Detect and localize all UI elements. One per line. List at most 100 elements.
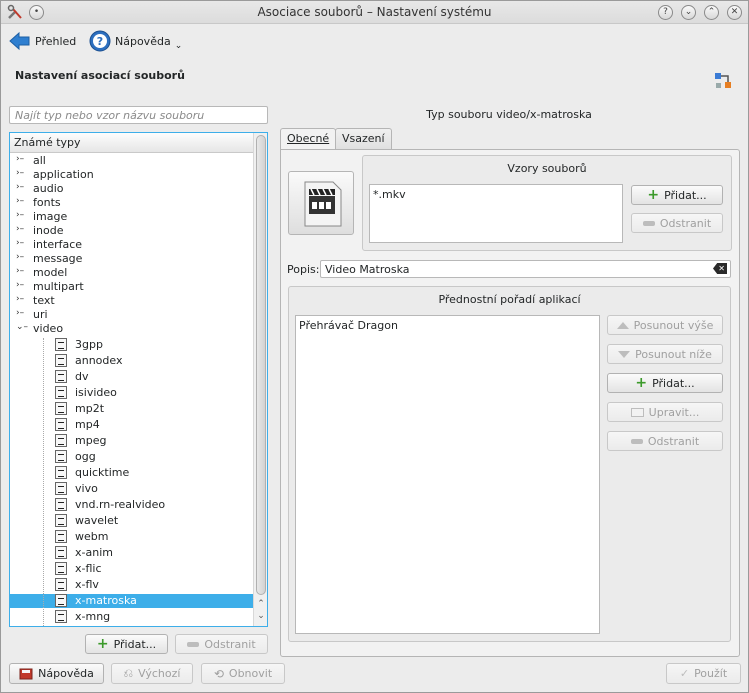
search-input[interactable]: Najít typ nebo vzor názvu souboru [9, 106, 268, 124]
tree-item-wavelet[interactable]: wavelet [10, 514, 254, 528]
tree-group-application[interactable]: ›– application [10, 168, 254, 182]
move-up-button[interactable]: Posunout výše [607, 315, 723, 335]
tree-item-annodex[interactable]: annodex [10, 354, 254, 368]
tree-item-isivideo[interactable]: isivideo [10, 386, 254, 400]
tree-group-audio[interactable]: ›– audio [10, 182, 254, 196]
apply-button[interactable]: ✓ Použít [666, 663, 741, 684]
tab-embedding[interactable]: Vsazení [335, 128, 392, 149]
expand-arrow-icon[interactable]: ›– [16, 224, 24, 234]
mime-icon-button[interactable] [288, 171, 354, 235]
title-bar: • Asociace souborů – Nastavení systému ?… [1, 1, 748, 24]
tree-header[interactable]: Známé typy [10, 133, 254, 153]
help-menu-button[interactable]: ? Nápověda ⌄ [89, 28, 182, 54]
tree-group-image[interactable]: ›– image [10, 210, 254, 224]
tree-item-quicktime[interactable]: quicktime [10, 466, 254, 480]
tree-item-ogg[interactable]: ogg [10, 450, 254, 464]
tree-item-x-anim[interactable]: x-anim [10, 546, 254, 560]
remove-pattern-button[interactable]: Odstranit [631, 213, 723, 233]
chevron-down-icon: ⌄ [174, 41, 183, 51]
reset-button[interactable]: ⟲ Obnovit [201, 663, 285, 684]
arrow-down-icon [618, 350, 631, 358]
scrollbar-thumb[interactable] [256, 135, 266, 595]
help-button[interactable]: Nápověda [9, 663, 104, 684]
add-type-button[interactable]: + Přidat... [85, 634, 168, 654]
defaults-button[interactable]: ⎌ Výchozí [111, 663, 193, 684]
tree-group-message[interactable]: ›– message [10, 252, 254, 266]
file-patterns-list[interactable]: *.mkv [369, 184, 623, 243]
list-item[interactable]: Přehrávač Dragon [299, 319, 596, 332]
tree-group-interface[interactable]: ›– interface [10, 238, 254, 252]
tree-item-dv[interactable]: dv [10, 370, 254, 384]
expand-arrow-icon[interactable]: ›– [16, 252, 24, 262]
video-file-icon [55, 466, 67, 479]
clear-text-icon[interactable]: ✕ [713, 263, 727, 274]
tree-group-video[interactable]: ⌄– video [10, 322, 254, 336]
tree-group-multipart[interactable]: ›– multipart [10, 280, 254, 294]
tree-scrollbar[interactable]: ⌃ ⌄ [253, 133, 267, 626]
maximize-button[interactable]: ⌃ [704, 5, 719, 20]
help-icon: ? [89, 30, 111, 52]
tree-item-mpeg[interactable]: mpeg [10, 434, 254, 448]
add-app-button[interactable]: + Přidat... [607, 373, 723, 393]
tree-item-3gpp[interactable]: 3gpp [10, 338, 254, 352]
expand-arrow-icon[interactable]: ›– [16, 280, 24, 290]
tree-item-mp2t[interactable]: mp2t [10, 402, 254, 416]
collapse-arrow-icon[interactable]: ⌄– [16, 322, 28, 332]
overview-button[interactable]: Přehled [9, 28, 76, 54]
expand-arrow-icon[interactable]: ›– [16, 266, 24, 276]
scroll-down-arrow-icon[interactable]: ⌄ [256, 611, 266, 621]
move-down-button[interactable]: Posunout níže [607, 344, 723, 364]
description-field[interactable]: Video Matroska ✕ [320, 260, 731, 278]
add-pattern-button[interactable]: + Přidat... [631, 185, 723, 205]
remove-app-button[interactable]: Odstranit [607, 431, 723, 451]
tree-item-label: webm [75, 530, 109, 543]
video-file-icon [55, 498, 67, 511]
tree-item-vnd.rn-realvideo[interactable]: vnd.rn-realvideo [10, 498, 254, 512]
tree-item-x-flv[interactable]: x-flv [10, 578, 254, 592]
tab-general[interactable]: Obecné [280, 128, 337, 150]
tree-group-label: message [33, 252, 83, 265]
video-file-icon [55, 482, 67, 495]
tree-item-x-flic[interactable]: x-flic [10, 562, 254, 576]
defaults-icon: ⎌ [123, 666, 134, 680]
expand-arrow-icon[interactable]: ›– [16, 154, 24, 164]
tree-item-label: mp4 [75, 418, 100, 431]
video-file-icon [55, 418, 67, 431]
tree-group-text[interactable]: ›– text [10, 294, 254, 308]
app-preference-list[interactable]: Přehrávač Dragon [295, 315, 600, 634]
tree-group-inode[interactable]: ›– inode [10, 224, 254, 238]
tree-group-label: multipart [33, 280, 84, 293]
tree-group-model[interactable]: ›– model [10, 266, 254, 280]
tree-item-webm[interactable]: webm [10, 530, 254, 544]
close-button[interactable]: ✕ [727, 5, 742, 20]
expand-arrow-icon[interactable]: ›– [16, 182, 24, 192]
tree-item-x-matroska[interactable]: x-matroska [10, 594, 254, 608]
remove-type-button[interactable]: Odstranit [175, 634, 268, 654]
scroll-up-arrow-icon[interactable]: ⌃ [256, 599, 266, 609]
mime-type-tree[interactable]: Známé typy ›– all ›– application ›– audio ›– fo… [9, 132, 268, 627]
expand-arrow-icon[interactable]: ›– [16, 308, 24, 318]
expand-arrow-icon[interactable]: ›– [16, 196, 24, 206]
add-pattern-label: Přidat... [664, 188, 707, 202]
context-help-button[interactable]: ? [658, 5, 673, 20]
edit-app-button[interactable]: Upravit... [607, 402, 723, 422]
tree-group-uri[interactable]: ›– uri [10, 308, 254, 322]
tree-item-x-mng[interactable]: x-mng [10, 610, 254, 624]
video-file-icon [55, 434, 67, 447]
video-file-icon [55, 386, 67, 399]
tree-item-label: vivo [75, 482, 98, 495]
expand-arrow-icon[interactable]: ›– [16, 294, 24, 304]
minimize-button[interactable]: ⌄ [681, 5, 696, 20]
tree-guide-line [43, 338, 44, 626]
tree-group-all[interactable]: ›– all [10, 154, 254, 168]
tree-item-label: x-matroska [75, 594, 137, 607]
expand-arrow-icon[interactable]: ›– [16, 238, 24, 248]
tree-item-mp4[interactable]: mp4 [10, 418, 254, 432]
expand-arrow-icon[interactable]: ›– [16, 210, 24, 220]
tree-group-fonts[interactable]: ›– fonts [10, 196, 254, 210]
tree-item-vivo[interactable]: vivo [10, 482, 254, 496]
tab-general-label: Obecné [287, 132, 330, 145]
expand-arrow-icon[interactable]: ›– [16, 168, 24, 178]
video-file-icon [55, 578, 67, 591]
list-item[interactable]: *.mkv [373, 188, 619, 201]
